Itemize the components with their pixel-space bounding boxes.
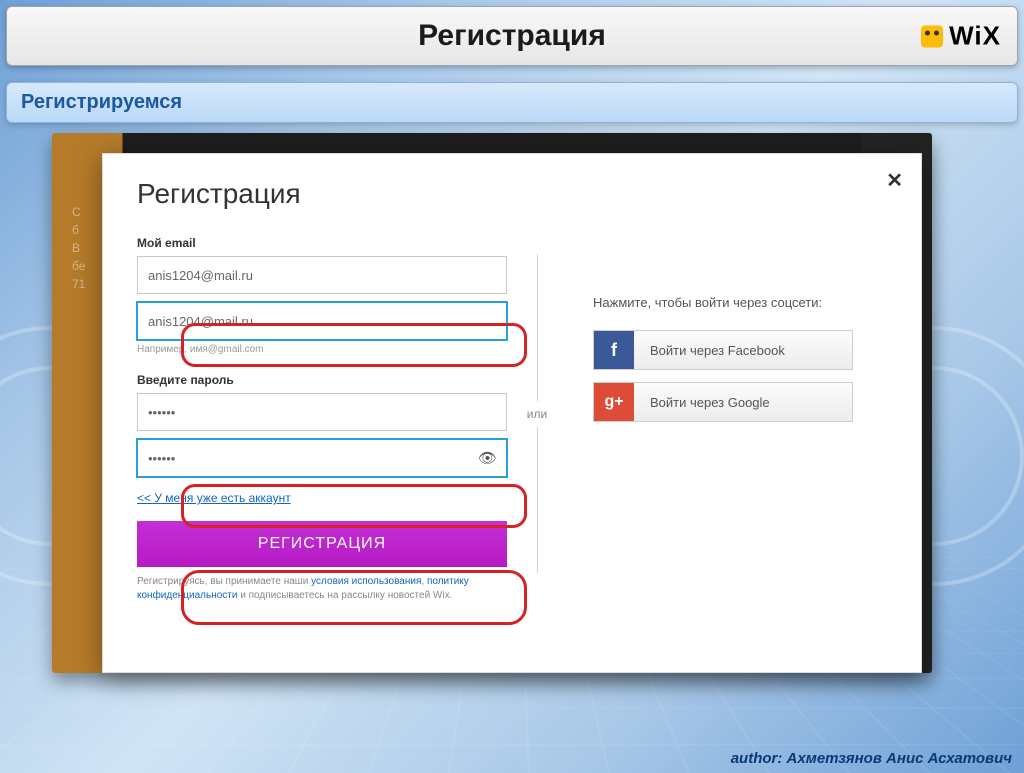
close-button[interactable]: ✕: [886, 168, 903, 193]
login-google-button[interactable]: g+ Войти через Google: [593, 382, 853, 422]
password-label: Введите пароль: [137, 373, 507, 387]
terms-prefix: Регистрируясь, вы принимаете наши: [137, 576, 311, 587]
slide-title-bar: Регистрация WiX: [6, 6, 1018, 66]
social-login-label: Нажмите, чтобы войти через соцсети:: [593, 294, 887, 312]
google-button-label: Войти через Google: [634, 395, 852, 410]
modal-title: Регистрация: [137, 178, 887, 210]
form-column: Мой email Например, имя@gmail.com Введит…: [137, 224, 507, 603]
facebook-button-label: Войти через Facebook: [634, 343, 852, 358]
author-credit: author: Ахметзянов Анис Асхатович: [731, 750, 1012, 767]
wix-logo-icon: [921, 25, 943, 47]
terms-suffix: и подписываетесь на рассылку новостей Wi…: [237, 590, 452, 601]
terms-text: Регистрируясь, вы принимаете наши услови…: [137, 575, 507, 603]
login-facebook-button[interactable]: f Войти через Facebook: [593, 330, 853, 370]
wix-logo: WiX: [921, 21, 1001, 52]
terms-of-use-link[interactable]: условия использования: [311, 576, 421, 587]
google-plus-icon: g+: [594, 383, 634, 421]
email-field[interactable]: [137, 256, 507, 294]
facebook-icon: f: [594, 331, 634, 369]
or-separator: или: [527, 401, 547, 427]
slide-subtitle-bar: Регистрируемся: [6, 82, 1018, 123]
slide-subtitle: Регистрируемся: [21, 91, 182, 113]
password-confirm-field[interactable]: [137, 439, 507, 477]
social-column: Нажмите, чтобы войти через соцсети: f Во…: [567, 224, 887, 603]
screenshot-stage: С б В бе 71 ✕ Регистрация Мой email Напр…: [52, 133, 972, 693]
wix-logo-text: WiX: [949, 21, 1001, 52]
divider-column: или: [507, 224, 567, 603]
registration-modal: ✕ Регистрация Мой email Например, имя@gm…: [102, 153, 922, 673]
already-have-account-link[interactable]: << У меня уже есть аккаунт: [137, 491, 291, 505]
slide-title: Регистрация: [418, 19, 606, 53]
register-button[interactable]: РЕГИСТРАЦИЯ: [137, 521, 507, 567]
email-hint: Например, имя@gmail.com: [137, 344, 507, 355]
email-confirm-field[interactable]: [137, 302, 507, 340]
show-password-icon[interactable]: 👁: [478, 449, 497, 467]
password-field[interactable]: [137, 393, 507, 431]
email-label: Мой email: [137, 236, 507, 250]
